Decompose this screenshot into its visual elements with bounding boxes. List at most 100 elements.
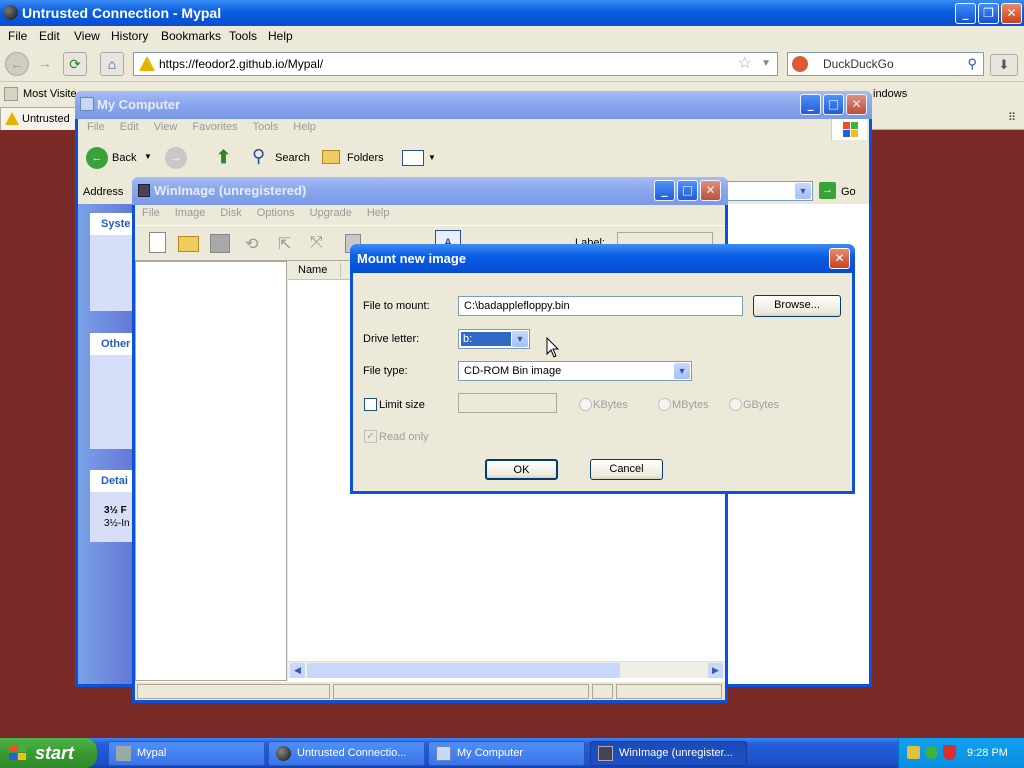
scrollbar-thumb[interactable] — [307, 663, 620, 678]
drive-letter-select[interactable]: b: ▼ — [458, 329, 530, 349]
close-button[interactable]: ✕ — [829, 248, 850, 269]
menu-file[interactable]: File — [8, 29, 27, 43]
downloads-icon[interactable]: ⬇ — [990, 54, 1018, 76]
chevron-down-icon[interactable]: ▼ — [144, 152, 152, 161]
folders-button[interactable]: Folders — [347, 152, 384, 164]
search-input[interactable]: DuckDuckGo ⚲ — [787, 52, 984, 76]
ok-button[interactable]: OK — [485, 459, 558, 480]
go-arrow-icon[interactable]: → — [819, 182, 836, 199]
clock[interactable]: 9:28 PM — [967, 738, 1008, 768]
menu-help[interactable]: Help — [367, 207, 390, 219]
scroll-left-icon[interactable]: ◀ — [290, 663, 305, 678]
url-bar[interactable]: https://feodor2.github.io/Mypal/ ☆ ▼ — [133, 52, 778, 76]
minimize-button[interactable]: _ — [800, 94, 821, 115]
menu-options[interactable]: Options — [257, 207, 295, 219]
minimize-button[interactable]: _ — [955, 3, 976, 24]
dialog-title-bar[interactable]: Mount new image ✕ — [350, 244, 855, 274]
menu-view[interactable]: View — [74, 29, 100, 43]
chevron-down-icon[interactable]: ▼ — [795, 183, 811, 199]
address-bar[interactable]: ▼ — [726, 181, 813, 201]
task-winimage[interactable]: WinImage (unregister... — [590, 741, 747, 766]
browser-title-bar[interactable]: Untrusted Connection - Mypal _ ❐ ✕ — [0, 0, 1024, 26]
close-button[interactable]: ✕ — [1001, 3, 1022, 24]
menu-tools[interactable]: Tools — [253, 121, 279, 133]
back-icon[interactable]: ← — [86, 147, 108, 169]
menu-view[interactable]: View — [154, 121, 178, 133]
start-button[interactable]: start — [0, 738, 97, 768]
read-only-checkbox[interactable]: ✓ — [364, 430, 377, 443]
system-tasks-header[interactable]: Syste — [90, 213, 136, 235]
task-untrusted-connection[interactable]: Untrusted Connectio... — [268, 741, 425, 766]
details-header[interactable]: Detai — [90, 470, 136, 492]
close-button[interactable]: ✕ — [846, 94, 867, 115]
menu-file[interactable]: File — [87, 121, 105, 133]
delete-icon[interactable]: ⤧ — [310, 234, 332, 253]
folders-icon[interactable] — [322, 150, 340, 164]
file-to-mount-input[interactable]: C:\badapplefloppy.bin — [458, 296, 743, 316]
network-icon[interactable] — [907, 746, 920, 759]
security-shield-icon[interactable] — [943, 745, 956, 760]
other-places-header[interactable]: Other — [90, 333, 136, 355]
column-name[interactable]: Name — [298, 264, 327, 276]
maximize-button[interactable]: □ — [677, 180, 698, 201]
menu-help[interactable]: Help — [293, 121, 316, 133]
back-icon[interactable]: ← — [5, 52, 29, 76]
bookmark-most-visited[interactable]: Most Visite — [23, 88, 77, 100]
menu-image[interactable]: Image — [175, 207, 206, 219]
save-icon[interactable] — [210, 234, 230, 253]
new-icon[interactable] — [149, 232, 166, 253]
task-mypal[interactable]: Mypal — [108, 741, 265, 766]
limit-size-checkbox[interactable] — [364, 398, 377, 411]
browse-button[interactable]: Browse... — [753, 295, 841, 317]
tab-list-icon[interactable]: ⠿ — [1008, 111, 1016, 124]
task-my-computer[interactable]: My Computer — [428, 741, 585, 766]
extract-icon[interactable]: ⇱ — [278, 234, 300, 253]
menu-disk[interactable]: Disk — [220, 207, 241, 219]
search-button[interactable]: Search — [275, 152, 310, 164]
minimize-button[interactable]: _ — [654, 180, 675, 201]
back-button[interactable]: Back — [112, 152, 136, 164]
up-folder-icon[interactable]: ⬆ — [216, 147, 236, 169]
search-icon[interactable]: ⚲ — [967, 53, 977, 75]
bookmark-windows[interactable]: indows — [873, 88, 907, 100]
menu-tools[interactable]: Tools — [229, 29, 257, 43]
views-icon[interactable] — [402, 150, 424, 166]
duckduckgo-icon[interactable] — [792, 56, 808, 72]
cancel-button[interactable]: Cancel — [590, 459, 663, 480]
my-computer-title-bar[interactable]: My Computer _ □ ✕ — [75, 91, 872, 119]
home-icon[interactable]: ⌂ — [100, 52, 124, 76]
maximize-button[interactable]: □ — [823, 94, 844, 115]
restore-button[interactable]: ❐ — [978, 3, 999, 24]
limit-size-input[interactable] — [458, 393, 557, 413]
forward-icon[interactable]: → — [165, 147, 187, 169]
scroll-right-icon[interactable]: ▶ — [708, 663, 723, 678]
folder-tree[interactable] — [135, 261, 287, 681]
update-icon[interactable] — [925, 746, 938, 759]
search-icon[interactable]: ⚲ — [252, 146, 265, 167]
open-folder-icon[interactable] — [178, 236, 199, 252]
winimage-title-bar[interactable]: WinImage (unregistered) _ □ ✕ — [132, 177, 728, 205]
chevron-down-icon[interactable]: ▼ — [428, 153, 436, 162]
close-button[interactable]: ✕ — [700, 180, 721, 201]
chevron-down-icon[interactable]: ▼ — [674, 363, 690, 379]
menu-help[interactable]: Help — [268, 29, 293, 43]
menu-edit[interactable]: Edit — [39, 29, 60, 43]
inject-icon[interactable]: ⟲ — [245, 234, 267, 253]
tab-untrusted[interactable]: Untrusted — [0, 107, 80, 130]
horizontal-scrollbar[interactable]: ◀ ▶ — [288, 661, 725, 678]
menu-file[interactable]: File — [142, 207, 160, 219]
chevron-down-icon[interactable]: ▼ — [761, 53, 771, 75]
go-button[interactable]: Go — [841, 186, 856, 198]
menu-edit[interactable]: Edit — [120, 121, 139, 133]
forward-icon[interactable]: → — [33, 52, 57, 76]
menu-history[interactable]: History — [111, 29, 148, 43]
file-type-select[interactable]: CD-ROM Bin image ▼ — [458, 361, 692, 381]
gbytes-radio[interactable] — [729, 398, 742, 411]
reload-icon[interactable]: ⟳ — [63, 52, 87, 76]
mbytes-radio[interactable] — [658, 398, 671, 411]
menu-bookmarks[interactable]: Bookmarks — [161, 29, 221, 43]
bookmark-star-icon[interactable]: ☆ — [738, 53, 752, 75]
kbytes-radio[interactable] — [579, 398, 592, 411]
chevron-down-icon[interactable]: ▼ — [512, 331, 528, 347]
menu-favorites[interactable]: Favorites — [192, 121, 237, 133]
